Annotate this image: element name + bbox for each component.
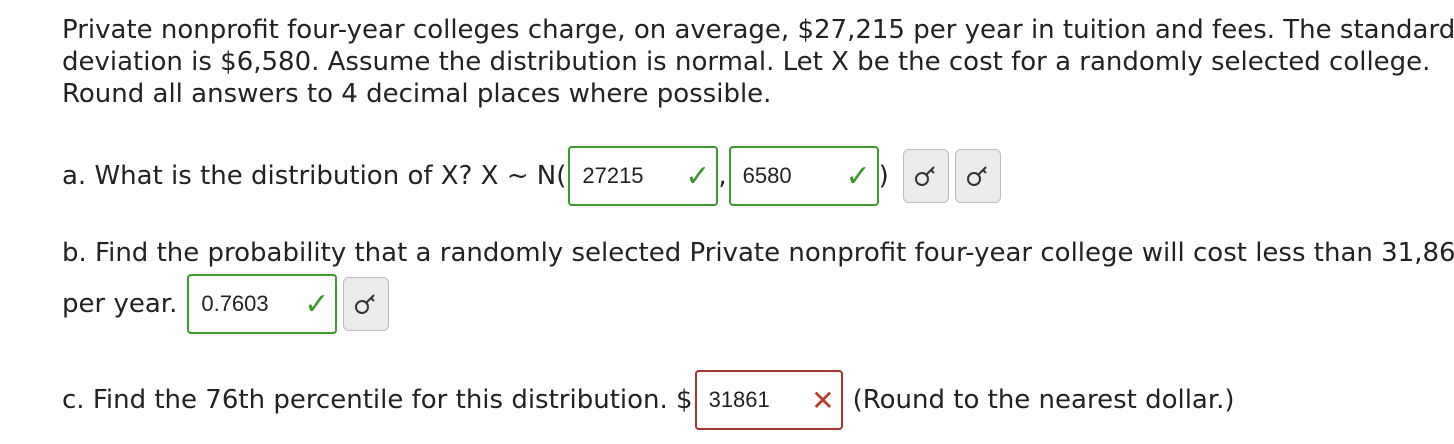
comma-separator: , [718,161,727,191]
check-icon: ✓ [685,158,711,194]
intro-line-2: deviation is $6,580. Assume the distribu… [62,47,1431,77]
percentile-answer-value: 31861 [708,387,770,412]
check-icon: ✓ [304,286,330,322]
mean-answer-field[interactable]: 27215 ✓ [568,146,719,206]
check-icon: ✓ [845,158,871,194]
part-b-prompt-continued: per year. [62,289,178,319]
sd-answer-field[interactable]: 6580 ✓ [728,146,879,206]
sd-answer-value: 6580 [742,163,792,188]
probability-answer-value: 0.7603 [201,291,269,316]
part-c-prompt: c. Find the 76th percentile for this dis… [62,385,693,415]
cross-icon: ✕ [811,383,835,417]
key-icon[interactable] [902,149,949,203]
question-intro: Private nonprofit four-year colleges cha… [62,14,1454,110]
intro-line-3: Round all answers to 4 decimal places wh… [62,79,772,109]
percentile-answer-field[interactable]: 31861 ✕ [694,370,843,430]
part-b-row: per year. 0.7603 ✓ [62,274,390,334]
close-paren: ) [878,161,889,191]
part-b-prompt: b. Find the probability that a randomly … [62,238,1454,268]
key-icon[interactable] [343,277,390,331]
key-icon[interactable] [954,149,1001,203]
part-c-suffix: (Round to the nearest dollar.) [852,385,1235,415]
mean-answer-value: 27215 [582,163,644,188]
probability-answer-field[interactable]: 0.7603 ✓ [187,274,338,334]
part-c-row: c. Find the 76th percentile for this dis… [62,370,1235,430]
part-b-line-1: b. Find the probability that a randomly … [62,238,1454,268]
intro-line-1: Private nonprofit four-year colleges cha… [62,15,1454,45]
part-a-row: a. What is the distribution of X? X ~ N(… [62,146,1001,206]
part-a-prompt: a. What is the distribution of X? X ~ N( [62,161,567,191]
